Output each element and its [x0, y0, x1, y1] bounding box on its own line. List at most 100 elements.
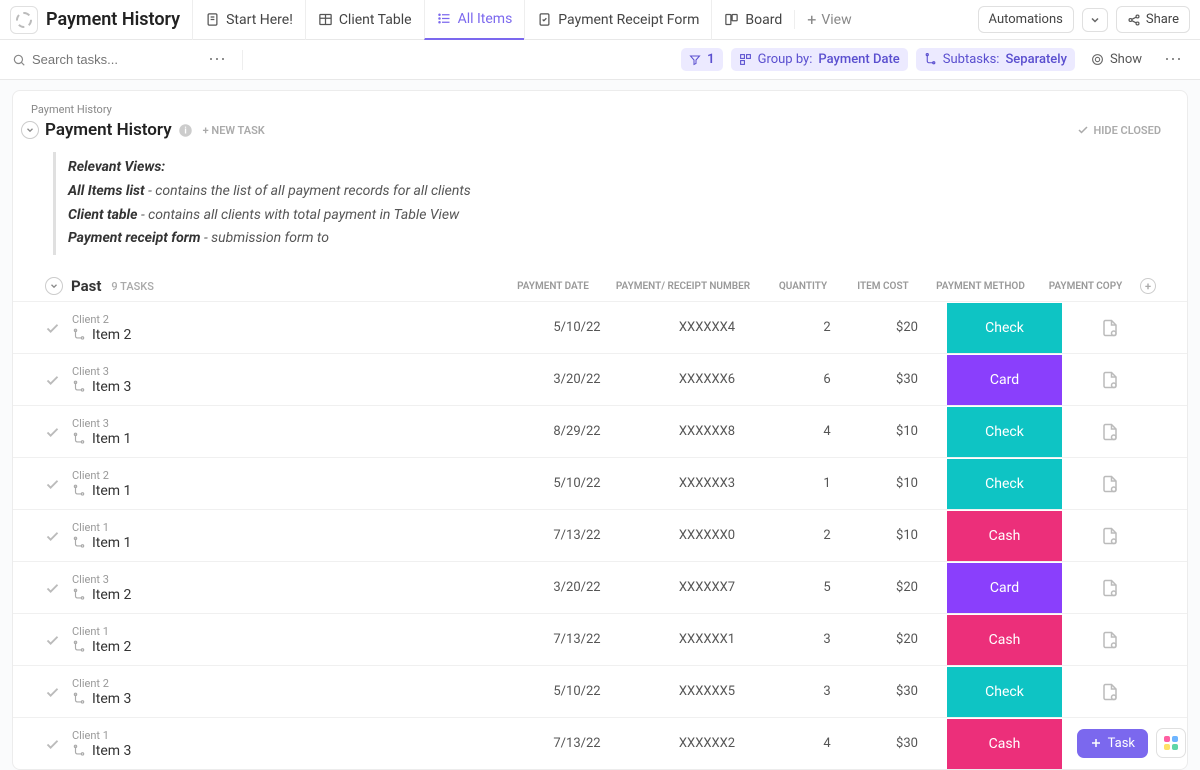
cell-quantity[interactable]: 6 — [787, 372, 867, 387]
filter-pill[interactable]: 1 — [681, 48, 722, 71]
show-pill[interactable]: Show — [1083, 48, 1150, 71]
cell-item-cost[interactable]: $20 — [867, 320, 947, 335]
cell-payment-method[interactable]: Check — [947, 666, 1062, 718]
complete-check-icon[interactable] — [45, 633, 60, 648]
cell-payment-method[interactable]: Cash — [947, 614, 1062, 666]
cell-item-cost[interactable]: $20 — [867, 580, 947, 595]
col-payment-copy[interactable]: PAYMENT COPY — [1038, 281, 1133, 292]
cell-receipt-number[interactable]: XXXXXX7 — [627, 580, 787, 595]
table-row[interactable]: Client 2 Item 2 5/10/22 XXXXXX4 2 $20 Ch… — [13, 301, 1187, 353]
cell-receipt-number[interactable]: XXXXXX5 — [627, 684, 787, 699]
col-quantity[interactable]: QUANTITY — [763, 281, 843, 292]
group-name[interactable]: Past — [71, 277, 101, 295]
subtasks-pill[interactable]: Subtasks: Separately — [916, 48, 1075, 71]
col-receipt-number[interactable]: PAYMENT/ RECEIPT NUMBER — [603, 281, 763, 292]
cell-payment-date[interactable]: 7/13/22 — [527, 528, 627, 543]
complete-check-icon[interactable] — [45, 373, 60, 388]
cell-item-cost[interactable]: $10 — [867, 476, 947, 491]
cell-payment-date[interactable]: 5/10/22 — [527, 684, 627, 699]
breadcrumb[interactable]: Payment History — [13, 103, 1187, 116]
item-name[interactable]: Item 1 — [72, 431, 131, 447]
add-column-button[interactable]: + — [1133, 278, 1163, 294]
cell-quantity[interactable]: 1 — [787, 476, 867, 491]
tab-payment-receipt-form[interactable]: Payment Receipt Form — [524, 0, 711, 40]
list-icon-box[interactable] — [10, 6, 38, 34]
cell-receipt-number[interactable]: XXXXXX2 — [627, 736, 787, 751]
table-row[interactable]: Client 3 Item 2 3/20/22 XXXXXX7 5 $20 Ca… — [13, 561, 1187, 613]
table-row[interactable]: Client 3 Item 3 3/20/22 XXXXXX6 6 $30 Ca… — [13, 353, 1187, 405]
cell-payment-date[interactable]: 3/20/22 — [527, 580, 627, 595]
complete-check-icon[interactable] — [45, 425, 60, 440]
item-name[interactable]: Item 3 — [72, 743, 131, 759]
tab-all-items[interactable]: All Items — [424, 0, 525, 40]
cell-receipt-number[interactable]: XXXXXX3 — [627, 476, 787, 491]
tab-board[interactable]: Board — [711, 0, 794, 40]
cell-receipt-number[interactable]: XXXXXX6 — [627, 372, 787, 387]
list-description[interactable]: Relevant Views: All Items list - contain… — [53, 152, 1167, 255]
cell-payment-copy[interactable] — [1062, 423, 1157, 441]
search-more-button[interactable]: ⋯ — [202, 49, 232, 70]
item-name[interactable]: Item 1 — [72, 535, 131, 551]
new-task-fab[interactable]: Task — [1077, 729, 1148, 758]
add-view-button[interactable]: + View — [794, 10, 863, 29]
hide-closed-button[interactable]: HIDE CLOSED — [1077, 124, 1161, 137]
cell-payment-copy[interactable] — [1062, 631, 1157, 649]
table-row[interactable]: Client 1 Item 1 7/13/22 XXXXXX0 2 $10 Ca… — [13, 509, 1187, 561]
item-name[interactable]: Item 1 — [72, 483, 131, 499]
cell-quantity[interactable]: 5 — [787, 580, 867, 595]
cell-payment-copy[interactable] — [1062, 683, 1157, 701]
col-payment-method[interactable]: PAYMENT METHOD — [923, 281, 1038, 292]
cell-payment-date[interactable]: 3/20/22 — [527, 372, 627, 387]
cell-receipt-number[interactable]: XXXXXX1 — [627, 632, 787, 647]
cell-payment-method[interactable]: Cash — [947, 510, 1062, 562]
complete-check-icon[interactable] — [45, 477, 60, 492]
complete-check-icon[interactable] — [45, 737, 60, 752]
automations-dropdown-button[interactable] — [1082, 8, 1108, 32]
table-row[interactable]: Client 2 Item 1 5/10/22 XXXXXX3 1 $10 Ch… — [13, 457, 1187, 509]
item-name[interactable]: Item 3 — [72, 379, 131, 395]
more-options-button[interactable]: ⋯ — [1158, 49, 1188, 70]
table-row[interactable]: Client 1 Item 3 7/13/22 XXXXXX2 4 $30 Ca… — [13, 717, 1187, 769]
collapse-group-button[interactable] — [45, 277, 63, 295]
complete-check-icon[interactable] — [45, 685, 60, 700]
cell-payment-date[interactable]: 7/13/22 — [527, 736, 627, 751]
cell-payment-date[interactable]: 5/10/22 — [527, 476, 627, 491]
cell-payment-date[interactable]: 5/10/22 — [527, 320, 627, 335]
complete-check-icon[interactable] — [45, 321, 60, 336]
cell-payment-copy[interactable] — [1062, 319, 1157, 337]
new-task-button[interactable]: + NEW TASK — [203, 124, 265, 137]
cell-quantity[interactable]: 4 — [787, 424, 867, 439]
cell-payment-date[interactable]: 8/29/22 — [527, 424, 627, 439]
list-title[interactable]: Payment History — [45, 120, 172, 140]
cell-item-cost[interactable]: $10 — [867, 424, 947, 439]
cell-quantity[interactable]: 3 — [787, 684, 867, 699]
col-payment-date[interactable]: PAYMENT DATE — [503, 281, 603, 292]
complete-check-icon[interactable] — [45, 529, 60, 544]
cell-quantity[interactable]: 4 — [787, 736, 867, 751]
cell-quantity[interactable]: 2 — [787, 528, 867, 543]
item-name[interactable]: Item 2 — [72, 327, 131, 343]
cell-item-cost[interactable]: $30 — [867, 372, 947, 387]
cell-payment-method[interactable]: Check — [947, 406, 1062, 458]
cell-payment-method[interactable]: Card — [947, 562, 1062, 614]
cell-payment-method[interactable]: Card — [947, 354, 1062, 406]
cell-item-cost[interactable]: $30 — [867, 684, 947, 699]
complete-check-icon[interactable] — [45, 581, 60, 596]
search-wrap[interactable] — [12, 52, 192, 67]
cell-receipt-number[interactable]: XXXXXX0 — [627, 528, 787, 543]
cell-payment-method[interactable]: Check — [947, 302, 1062, 354]
cell-payment-method[interactable]: Check — [947, 458, 1062, 510]
table-row[interactable]: Client 1 Item 2 7/13/22 XXXXXX1 3 $20 Ca… — [13, 613, 1187, 665]
automations-button[interactable]: Automations — [978, 6, 1074, 33]
cell-payment-copy[interactable] — [1062, 475, 1157, 493]
cell-item-cost[interactable]: $10 — [867, 528, 947, 543]
cell-item-cost[interactable]: $30 — [867, 736, 947, 751]
cell-quantity[interactable]: 2 — [787, 320, 867, 335]
group-by-pill[interactable]: Group by: Payment Date — [731, 48, 908, 71]
tab-start-here[interactable]: Start Here! — [192, 0, 305, 40]
cell-payment-copy[interactable] — [1062, 527, 1157, 545]
cell-payment-copy[interactable] — [1062, 371, 1157, 389]
cell-item-cost[interactable]: $20 — [867, 632, 947, 647]
item-name[interactable]: Item 3 — [72, 691, 131, 707]
cell-receipt-number[interactable]: XXXXXX8 — [627, 424, 787, 439]
